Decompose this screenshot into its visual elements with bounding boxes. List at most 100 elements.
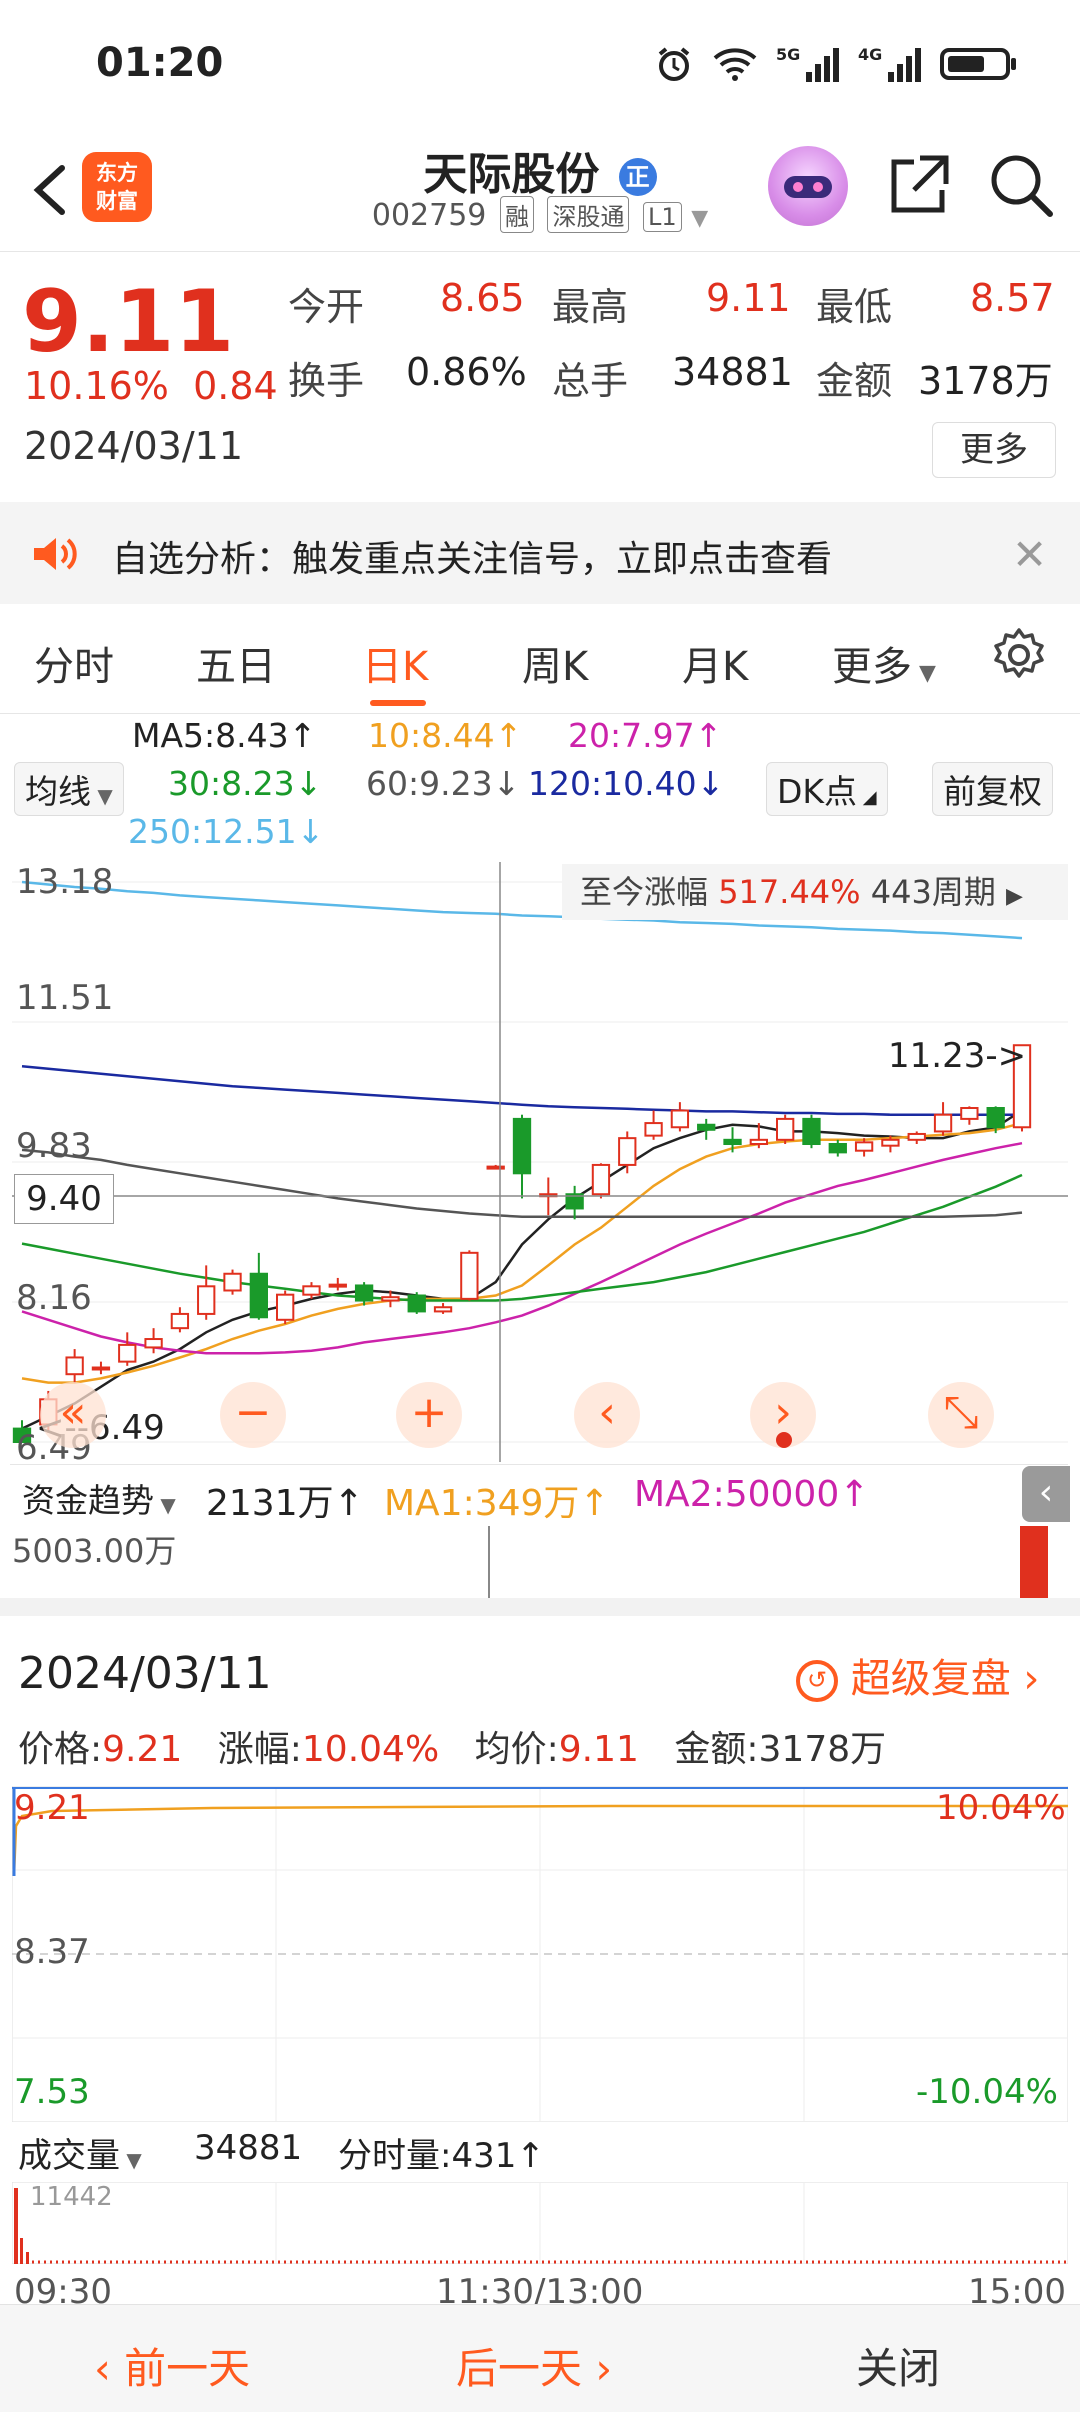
notice-text: 自选分析：触发重点关注信号，立即点击查看: [112, 539, 833, 580]
candle: [249, 1252, 268, 1320]
candle-body-up: [749, 1138, 768, 1146]
kline-grid: [12, 881, 1068, 1443]
prev-day-button[interactable]: ‹ 前一天: [94, 2335, 250, 2396]
bottom-bar: ‹ 前一天 后一天 › 关闭: [0, 2304, 1080, 2412]
search-icon[interactable]: [986, 150, 1056, 220]
tab-intraday[interactable]: 分时: [34, 634, 114, 692]
candle-body-up: [144, 1338, 163, 1349]
amount-value: 3178万: [918, 359, 1053, 403]
share-icon[interactable]: [884, 150, 954, 220]
speaker-icon: [34, 538, 77, 570]
candle: [591, 1163, 611, 1199]
tab-more[interactable]: 更多 ▼: [832, 634, 936, 692]
candle: [223, 1269, 242, 1295]
notice-banner[interactable]: 自选分析：触发重点关注信号，立即点击查看 ✕: [0, 502, 1080, 604]
volume-max-label: 11442: [30, 2182, 113, 2212]
candle: [512, 1114, 532, 1199]
svg-text:4G: 4G: [858, 45, 882, 64]
candle: [644, 1110, 663, 1140]
volume-current: 分时量:431↑: [338, 2136, 545, 2176]
scroll-left-button[interactable]: ‹: [574, 1382, 640, 1448]
tag-margin: 融: [499, 196, 534, 233]
collapse-tab-icon[interactable]: ‹: [1022, 1466, 1070, 1522]
price-tick-4: 8.16: [16, 1278, 92, 1318]
range-gain-info[interactable]: 至今涨幅 517.44% 443周期 ▶: [562, 864, 1068, 920]
verified-badge: 正: [618, 158, 657, 196]
status-icons: 5G 4G: [654, 40, 1020, 88]
candle: [407, 1292, 426, 1314]
capital-flow-ma1: MA1:349万↑: [384, 1483, 610, 1524]
amount-label: 金额: [816, 359, 893, 403]
candle: [960, 1106, 979, 1125]
change-row: 10.16% 0.84: [24, 364, 278, 408]
candle-body-up: [960, 1107, 979, 1120]
candle-body-up: [328, 1283, 347, 1288]
candle: [328, 1277, 347, 1291]
last-price: 9.11: [22, 272, 235, 372]
candle: [433, 1303, 453, 1314]
day-detail-panel: 2024/03/11 ↺ 超级复盘 › 价格:9.21 涨幅:10.04% 均价…: [0, 1598, 1080, 2312]
super-replay-link[interactable]: ↺ 超级复盘 ›: [796, 1646, 1039, 1704]
candle-body-up: [65, 1356, 84, 1376]
close-button[interactable]: 关闭: [856, 2335, 940, 2396]
capital-flow-ma2: MA2:50000↑: [634, 1474, 870, 1515]
candle: [697, 1118, 716, 1140]
ma120-label: 120:10.40↓: [528, 764, 725, 803]
tab-weekly-k[interactable]: 周K: [522, 634, 588, 692]
svg-text:5G: 5G: [776, 45, 800, 64]
candle: [65, 1349, 84, 1383]
change-abs: 0.84: [193, 364, 278, 408]
ai-assistant-avatar[interactable]: [768, 146, 848, 226]
intraday-bottom-price: 7.53: [14, 2072, 90, 2112]
zoom-out-button[interactable]: −: [220, 1382, 286, 1448]
capital-flow-axis-label: 5003.00万: [12, 1532, 177, 1570]
ma30-label: 30:8.23↓: [168, 764, 323, 803]
candle: [907, 1131, 926, 1145]
close-icon[interactable]: ✕: [1012, 530, 1047, 579]
candle: [618, 1131, 637, 1174]
candle: [802, 1114, 821, 1149]
period-tabs: 分时 五日 日K 周K 月K 更多 ▼: [0, 604, 1080, 714]
capital-flow-chart: 5003.00万: [12, 1526, 1068, 1598]
quote-panel: 9.11 10.16% 0.84 2024/03/11 今开 8.65 最高 9…: [0, 252, 1080, 502]
candle-body-up: [776, 1117, 795, 1141]
scroll-start-button[interactable]: «: [40, 1382, 106, 1448]
wifi-icon: [713, 48, 757, 81]
alarm-icon: [658, 47, 690, 81]
capital-flow-bar: [1020, 1526, 1048, 1598]
volume-total: 34881: [194, 2128, 303, 2168]
tab-daily-k[interactable]: 日K: [362, 634, 428, 692]
candle-body-up: [644, 1122, 663, 1137]
tab-five-day[interactable]: 五日: [196, 634, 276, 692]
fullscreen-button[interactable]: ⤡: [928, 1382, 994, 1448]
candle-body-down: [249, 1272, 268, 1319]
intraday-mid-price: 8.37: [14, 1932, 90, 1972]
status-time: 01:20: [96, 40, 224, 86]
next-day-button[interactable]: 后一天 ›: [456, 2335, 612, 2396]
ma5-label: MA5:8.43↑: [132, 716, 317, 755]
dk-point-button[interactable]: DK点 ◢: [766, 762, 888, 816]
candle-body-up: [381, 1296, 400, 1302]
volume-selector[interactable]: 成交量 ▼: [18, 2128, 142, 2177]
candle-body-down: [407, 1294, 426, 1313]
intraday-chart[interactable]: [12, 1786, 1068, 2122]
kline-chart[interactable]: [12, 862, 1068, 1462]
status-bar: 01:20 5G 4G: [0, 0, 1080, 130]
price-tick-3: 9.83: [16, 1126, 92, 1166]
high-label: 最高: [552, 285, 629, 329]
candle-body-down: [723, 1138, 742, 1146]
candle-body-up: [197, 1285, 216, 1315]
ma-selector[interactable]: 均线 ▼: [14, 762, 124, 816]
tab-monthly-k[interactable]: 月K: [682, 634, 748, 692]
indicator-selector[interactable]: 资金趋势 ▼: [12, 1472, 186, 1524]
more-button[interactable]: 更多: [932, 422, 1056, 478]
gear-icon[interactable]: [990, 626, 1048, 684]
price-adjust-button[interactable]: 前复权: [932, 762, 1053, 816]
zoom-in-button[interactable]: +: [396, 1382, 462, 1448]
candle: [302, 1282, 321, 1299]
low-value: 8.57: [970, 276, 1055, 320]
tag-level: L1: [643, 202, 682, 232]
candle: [170, 1307, 190, 1333]
candle-body-up: [433, 1306, 453, 1313]
candle: [118, 1332, 137, 1366]
